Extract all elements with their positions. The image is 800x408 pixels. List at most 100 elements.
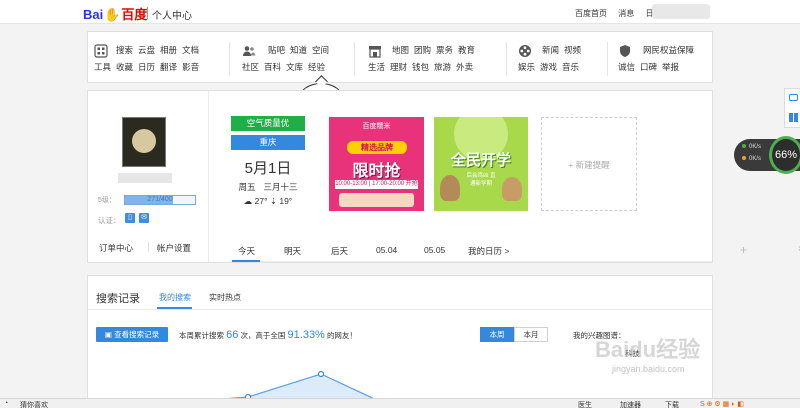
nav-link[interactable]: 票务	[436, 45, 453, 55]
nav-link[interactable]: 文档	[182, 45, 199, 55]
nav-link[interactable]: 举报	[662, 62, 679, 72]
chat-icon	[789, 94, 798, 101]
view-search-history-button[interactable]: ▣ 查看搜索记录	[96, 327, 168, 342]
grid-icon	[94, 44, 108, 58]
nav-link[interactable]: 视频	[564, 45, 581, 55]
nav-link[interactable]: 教育	[458, 45, 475, 55]
status-accelerator[interactable]: 加速器	[620, 400, 641, 408]
apps-icon	[789, 113, 798, 122]
nav-divider	[354, 42, 355, 76]
tab-today[interactable]: 今天	[238, 245, 255, 257]
ad-banner-nuomi[interactable]: 百度糯米 精选品牌 限时抢 10:00-13:00 | 17:00-20:00 …	[329, 117, 424, 211]
nav-link[interactable]: 团购	[414, 45, 431, 55]
status-doctor[interactable]: 医生	[578, 400, 592, 408]
toggle-week[interactable]: 本周	[480, 327, 514, 342]
nav-link[interactable]: 百科	[264, 62, 281, 72]
tab-tomorrow[interactable]: 明天	[284, 245, 301, 257]
lock-icon: ▣	[104, 330, 115, 339]
nav-link[interactable]: 相册	[160, 45, 177, 55]
nav-link[interactable]: 经验	[308, 62, 325, 72]
baidu-logo[interactable]: Bai✋百度	[83, 4, 147, 23]
lunar-date: 三月十三	[263, 182, 298, 192]
nav-link[interactable]: 理财	[390, 62, 407, 72]
nav-group-entertainment: 新闻 视频 娱乐 游戏 音乐	[518, 40, 598, 76]
level-progress-text: 271/400	[147, 196, 173, 203]
nav-group-rights: 网民权益保障 诚信 口碑 举报	[618, 40, 708, 76]
ad-title: 限时抢	[352, 163, 401, 180]
plus-icon[interactable]: +	[740, 243, 747, 257]
top-header: Bai✋百度 个人中心 百度首页 消息 日历 设置	[0, 0, 800, 24]
nav-link[interactable]: 生活	[368, 62, 385, 72]
nav-link[interactable]: 云盘	[138, 45, 155, 55]
stat-count: 66	[226, 329, 239, 341]
avatar[interactable]	[122, 117, 166, 167]
ad-banner-school[interactable]: 全民开学 后会鸡凶 直通新学期	[434, 117, 528, 211]
view-search-history-label: 查看搜索记录	[114, 330, 160, 339]
username	[118, 173, 172, 183]
nav-link[interactable]: 社区	[242, 62, 259, 72]
ad-character	[502, 177, 522, 201]
weekday: 周五	[238, 182, 256, 192]
toggle-month[interactable]: 本月	[514, 327, 548, 342]
nav-link[interactable]: 音乐	[562, 62, 579, 72]
nav-link[interactable]: 诚信	[618, 62, 635, 72]
nav-link[interactable]: 空间	[312, 45, 329, 55]
watermark-url: jingyan.baidu.com	[612, 364, 685, 374]
nav-link[interactable]: 娱乐	[518, 62, 535, 72]
tab-date[interactable]: 05.05	[424, 245, 445, 255]
top-link-messages[interactable]: 消息	[618, 9, 634, 18]
nav-link[interactable]: 外卖	[456, 62, 473, 72]
new-reminder-button[interactable]: + 新建提醒	[541, 117, 637, 211]
nav-link[interactable]: 知道	[290, 45, 307, 55]
tab-my-calendar[interactable]: 我的日历 >	[468, 245, 509, 257]
ad-food-image	[339, 193, 414, 207]
nav-link[interactable]: 翻译	[160, 62, 177, 72]
status-download[interactable]: 下载	[665, 400, 679, 408]
account-settings-link[interactable]: 帐户设置	[157, 242, 191, 254]
nav-link[interactable]: 新闻	[542, 45, 559, 55]
status-recommend[interactable]: 猜你喜欢	[20, 400, 48, 408]
chart-point[interactable]	[317, 370, 325, 378]
page-title: 个人中心	[152, 11, 192, 22]
nav-link[interactable]: 地图	[392, 45, 409, 55]
top-link-home[interactable]: 百度首页	[575, 9, 607, 18]
nav-link[interactable]: 工具	[94, 62, 111, 72]
phone-icon[interactable]: ▯	[125, 213, 135, 223]
memory-usage-ring[interactable]: 66%	[769, 136, 800, 174]
tab-date[interactable]: 05.04	[376, 245, 397, 255]
nav-link[interactable]: 搜索	[116, 45, 133, 55]
nav-divider	[506, 42, 507, 76]
download-speed: 0K/s	[742, 156, 761, 162]
orders-link[interactable]: 订单中心	[99, 242, 133, 254]
calendar-tabs: 今天 明天 后天 05.04 05.05 我的日历 > + ✲	[210, 238, 800, 262]
search-stats: 本周累计搜索 66 次，高于全国 91.33% 的网友！	[179, 329, 357, 341]
city-badge[interactable]: 重庆	[231, 135, 305, 150]
nav-link[interactable]: 文库	[286, 62, 303, 72]
watermark: Baidu经验	[595, 337, 701, 362]
date-display: 5月1日	[244, 160, 292, 177]
nav-link[interactable]: 影音	[182, 62, 199, 72]
nav-link[interactable]: 旅游	[434, 62, 451, 72]
tab-baseline	[232, 261, 712, 262]
tab-baseline	[88, 309, 712, 310]
shop-icon	[369, 46, 381, 58]
nav-link[interactable]: 日历	[138, 62, 155, 72]
cloud-icon: ☁	[243, 196, 255, 206]
nav-group-life: 地图 团购 票务 教育 生活 理财 钱包 旅游 外卖	[368, 40, 498, 76]
nav-link[interactable]: 游戏	[540, 62, 557, 72]
nav-link[interactable]: 贴吧	[268, 45, 285, 55]
nav-link[interactable]: 网民权益保障	[643, 45, 694, 55]
mail-icon[interactable]: ✉	[139, 213, 149, 223]
tab-my-searches[interactable]: 我的搜索	[159, 292, 191, 303]
tray-icons[interactable]: S ⊕ ⚙ ▦ ◐ ◧	[700, 400, 744, 408]
nav-divider	[607, 42, 608, 76]
tab-hot-topics[interactable]: 实时热点	[209, 292, 241, 303]
tab-day-after[interactable]: 后天	[331, 245, 348, 257]
nav-link[interactable]: 口碑	[640, 62, 657, 72]
nav-link[interactable]: 收藏	[116, 62, 133, 72]
side-float-tab[interactable]	[784, 88, 800, 128]
upload-speed: 0K/s	[742, 144, 761, 150]
nav-link[interactable]: 钱包	[412, 62, 429, 72]
user-menu[interactable]	[652, 4, 710, 19]
nav-group-community: 贴吧 知道 空间 社区 百科 文库 经验	[242, 40, 360, 76]
